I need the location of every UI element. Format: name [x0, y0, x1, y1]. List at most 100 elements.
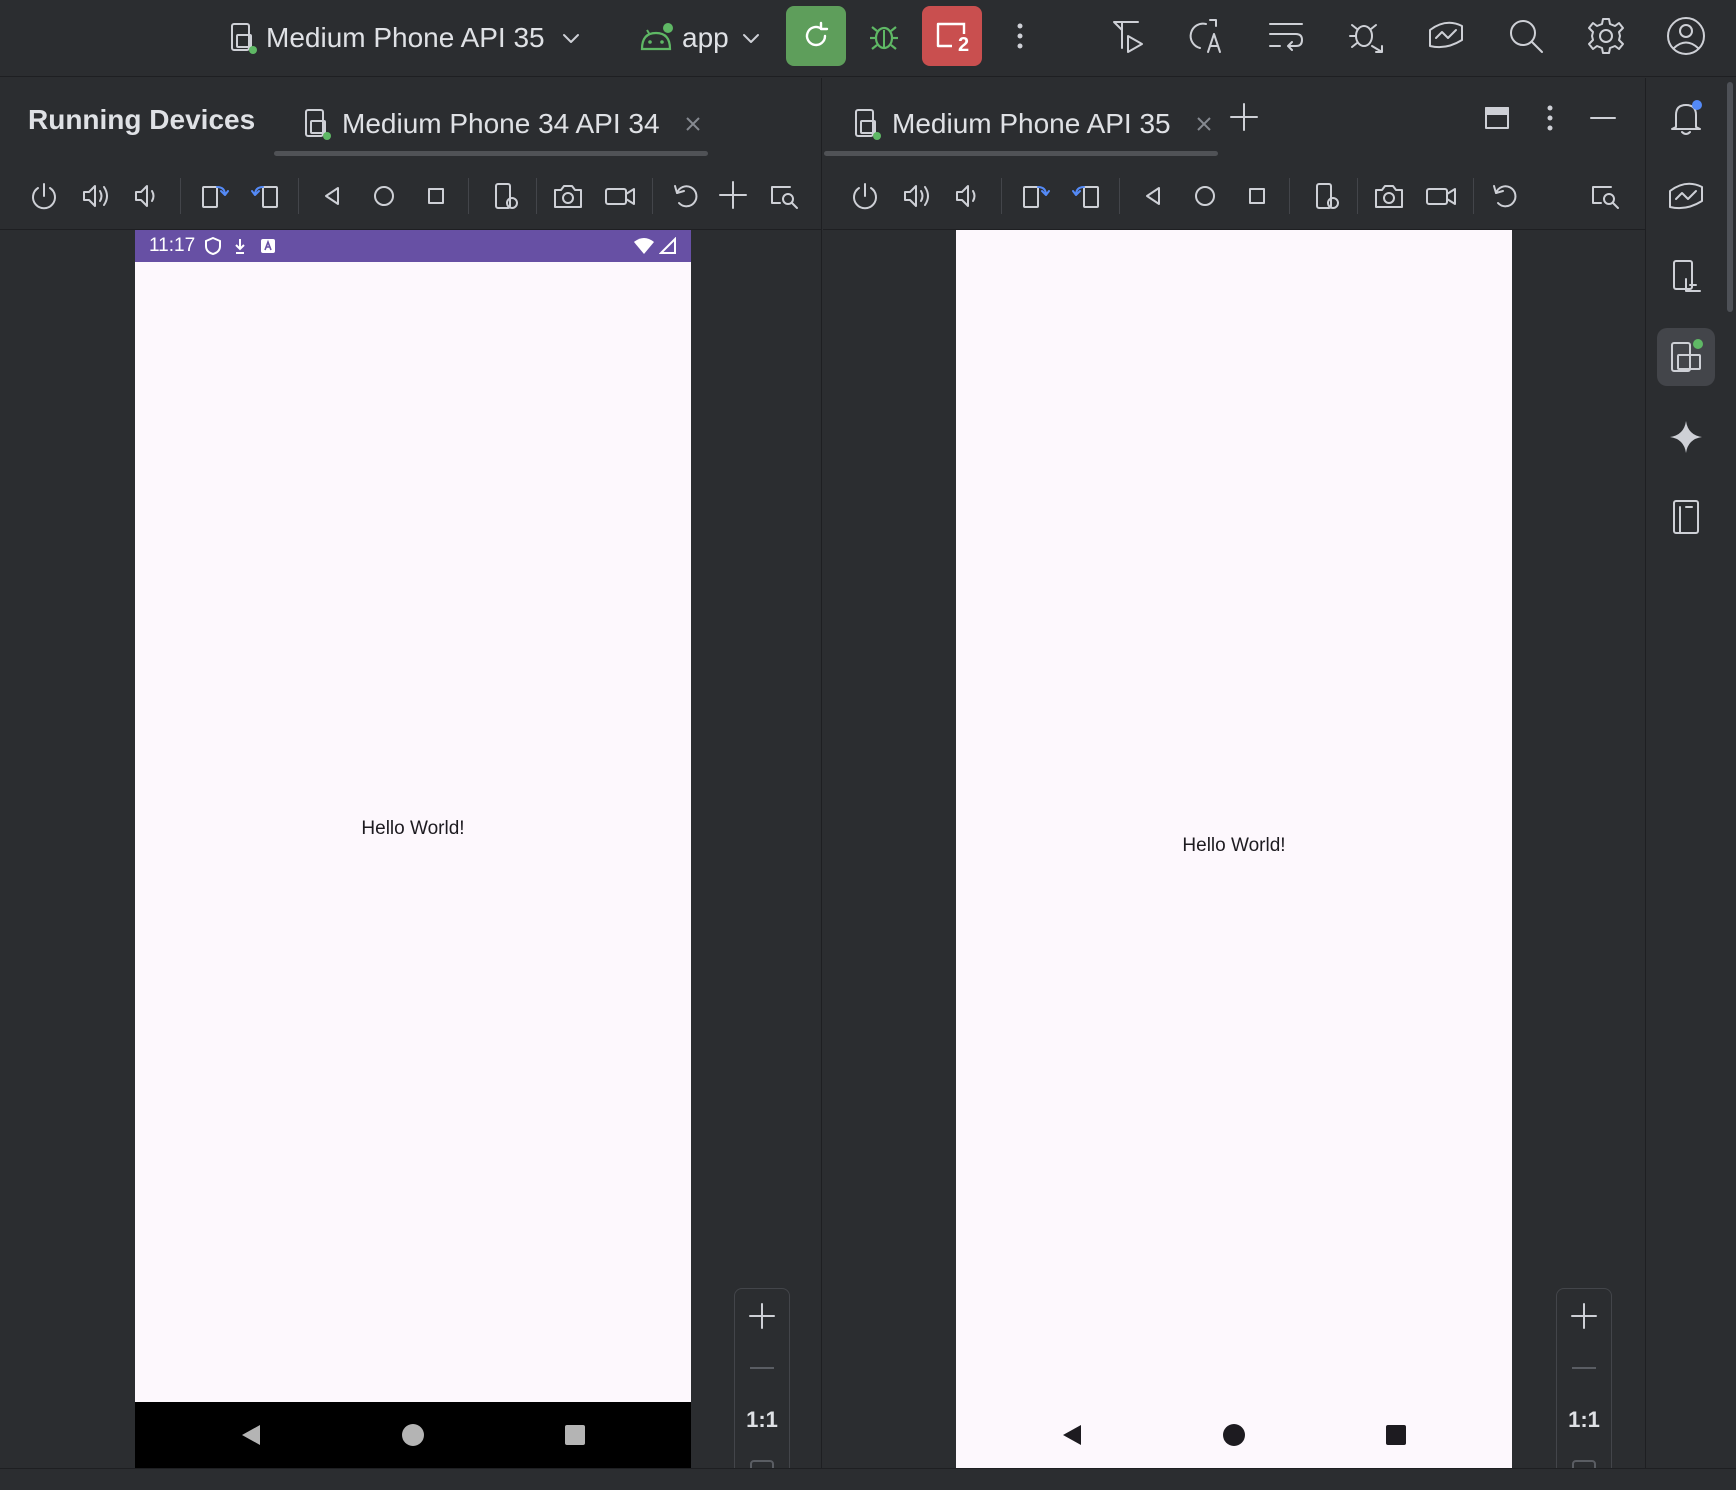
- tab-medium-phone-35[interactable]: Medium Phone API 35: [824, 92, 1218, 156]
- zoom-out-button[interactable]: [735, 1343, 789, 1393]
- close-icon[interactable]: [1195, 115, 1213, 133]
- zoom-reset-label: 1:1: [1568, 1407, 1600, 1432]
- tab-medium-phone-34[interactable]: Medium Phone 34 API 34: [274, 92, 708, 156]
- panel-title: Running Devices: [28, 104, 256, 135]
- rotate-left-button[interactable]: [1015, 176, 1055, 216]
- run-config-label: app: [682, 22, 729, 53]
- notification-a-icon: [261, 239, 276, 253]
- volume-up-button[interactable]: [76, 176, 116, 216]
- volume-down-button[interactable]: [947, 176, 987, 216]
- zoom-out-button[interactable]: [1557, 1343, 1611, 1393]
- panel-header: Medium Phone API 35: [823, 78, 1645, 160]
- apply-changes-button[interactable]: [786, 6, 846, 66]
- zoom-in-button[interactable]: [1557, 1291, 1611, 1341]
- bell-icon: [1671, 100, 1702, 135]
- device-screen[interactable]: 11:17 Hello World!: [135, 230, 691, 1468]
- window-layout-icon[interactable]: [1483, 104, 1511, 132]
- running-devices-tool-button[interactable]: [1657, 328, 1715, 386]
- vertical-scrollbar[interactable]: [1725, 78, 1736, 1468]
- volume-up-button[interactable]: [897, 176, 937, 216]
- screenshot-button[interactable]: [548, 176, 588, 216]
- gemini-button[interactable]: [1657, 408, 1715, 466]
- zoom-actual-size-button[interactable]: 1:1: [1557, 1395, 1611, 1445]
- home-button[interactable]: [1185, 176, 1225, 216]
- more-actions-button[interactable]: [996, 12, 1044, 60]
- account-button[interactable]: [1662, 12, 1710, 60]
- zoom-actual-size-button[interactable]: 1:1: [735, 1395, 789, 1445]
- device-view-area: 11:17 Hello World! 1:1: [0, 230, 821, 1490]
- more-vertical-icon[interactable]: [1545, 103, 1555, 133]
- nav-recents-icon[interactable]: [564, 1424, 586, 1446]
- nav-back-icon[interactable]: [240, 1423, 262, 1447]
- screenshot-button[interactable]: [1369, 176, 1409, 216]
- tab-selected-indicator: [824, 151, 1218, 156]
- power-button[interactable]: [845, 176, 885, 216]
- nav-home-icon[interactable]: [401, 1423, 425, 1447]
- bug-icon: [870, 26, 898, 50]
- device-settings-button[interactable]: [486, 176, 526, 216]
- device-toolbar: [0, 160, 821, 230]
- attach-debugger-button[interactable]: [1342, 12, 1390, 60]
- bug-arrow-icon: [1349, 24, 1383, 53]
- stop-button[interactable]: 2: [922, 6, 982, 66]
- add-tab-icon[interactable]: [1229, 102, 1259, 132]
- debug-button[interactable]: [860, 12, 908, 60]
- overview-button[interactable]: [416, 176, 456, 216]
- minimize-icon[interactable]: [1589, 104, 1617, 132]
- android-status-bar: [956, 230, 1512, 262]
- minus-icon: [750, 1367, 774, 1369]
- inspect-icon: [1592, 186, 1619, 209]
- format-button[interactable]: [1262, 12, 1310, 60]
- wrap-lines-icon: [1269, 23, 1303, 51]
- notifications-button[interactable]: [1657, 88, 1715, 146]
- device-selector[interactable]: Medium Phone API 35: [228, 18, 583, 58]
- run-config-selector[interactable]: app: [638, 18, 763, 58]
- power-icon: [853, 183, 877, 210]
- wifi-icon: [634, 238, 654, 254]
- signal-icon: [659, 237, 676, 254]
- device-icon: [231, 23, 257, 54]
- profiler-button[interactable]: [1104, 12, 1152, 60]
- rotate-right-button[interactable]: [1067, 176, 1107, 216]
- home-button[interactable]: [364, 176, 404, 216]
- layout-inspector-button[interactable]: [764, 176, 804, 216]
- running-devices-panel-left: Running Devices Medium Phone 34 API 34 1…: [0, 78, 822, 1490]
- overview-button[interactable]: [1237, 176, 1277, 216]
- back-button[interactable]: [312, 176, 352, 216]
- nav-home-icon[interactable]: [1222, 1423, 1246, 1447]
- layout-inspector-button[interactable]: [1585, 176, 1625, 216]
- device-settings-icon: [1316, 183, 1339, 209]
- settings-button[interactable]: [1582, 12, 1630, 60]
- device-settings-button[interactable]: [1307, 176, 1347, 216]
- device-manager-button[interactable]: [1657, 488, 1715, 546]
- scrollbar-thumb[interactable]: [1727, 82, 1733, 312]
- zoom-in-button[interactable]: [735, 1291, 789, 1341]
- device-screen[interactable]: Hello World!: [956, 230, 1512, 1468]
- device-icon: [855, 109, 881, 140]
- undo-rotate-icon: [674, 185, 698, 208]
- rotate-right-button[interactable]: [246, 176, 286, 216]
- volume-down-button[interactable]: [126, 176, 166, 216]
- app-inspection-button[interactable]: [1422, 12, 1470, 60]
- device-explorer-button[interactable]: [1657, 248, 1715, 306]
- reset-orientation-button[interactable]: [1485, 176, 1525, 216]
- device-view-area: Hello World! 1:1: [823, 230, 1645, 1490]
- close-icon[interactable]: [684, 115, 702, 133]
- nav-recents-icon[interactable]: [1385, 1424, 1407, 1446]
- back-button[interactable]: [1133, 176, 1173, 216]
- inspection-icon: [1429, 21, 1463, 49]
- power-button[interactable]: [24, 176, 64, 216]
- translate-button[interactable]: [1182, 12, 1230, 60]
- right-tool-window-bar: [1645, 78, 1725, 1468]
- reset-orientation-button[interactable]: [666, 176, 706, 216]
- hello-world-text: Hello World!: [361, 818, 465, 839]
- android-status-bar: 11:17: [135, 230, 691, 262]
- nav-back-icon[interactable]: [1061, 1423, 1083, 1447]
- search-button[interactable]: [1502, 12, 1550, 60]
- screen-record-button[interactable]: [600, 176, 640, 216]
- rotate-left-button[interactable]: [194, 176, 234, 216]
- rotate-right-icon: [251, 186, 278, 208]
- volume-up-icon: [904, 185, 929, 207]
- screen-record-button[interactable]: [1421, 176, 1461, 216]
- app-inspection-tool-button[interactable]: [1657, 168, 1715, 226]
